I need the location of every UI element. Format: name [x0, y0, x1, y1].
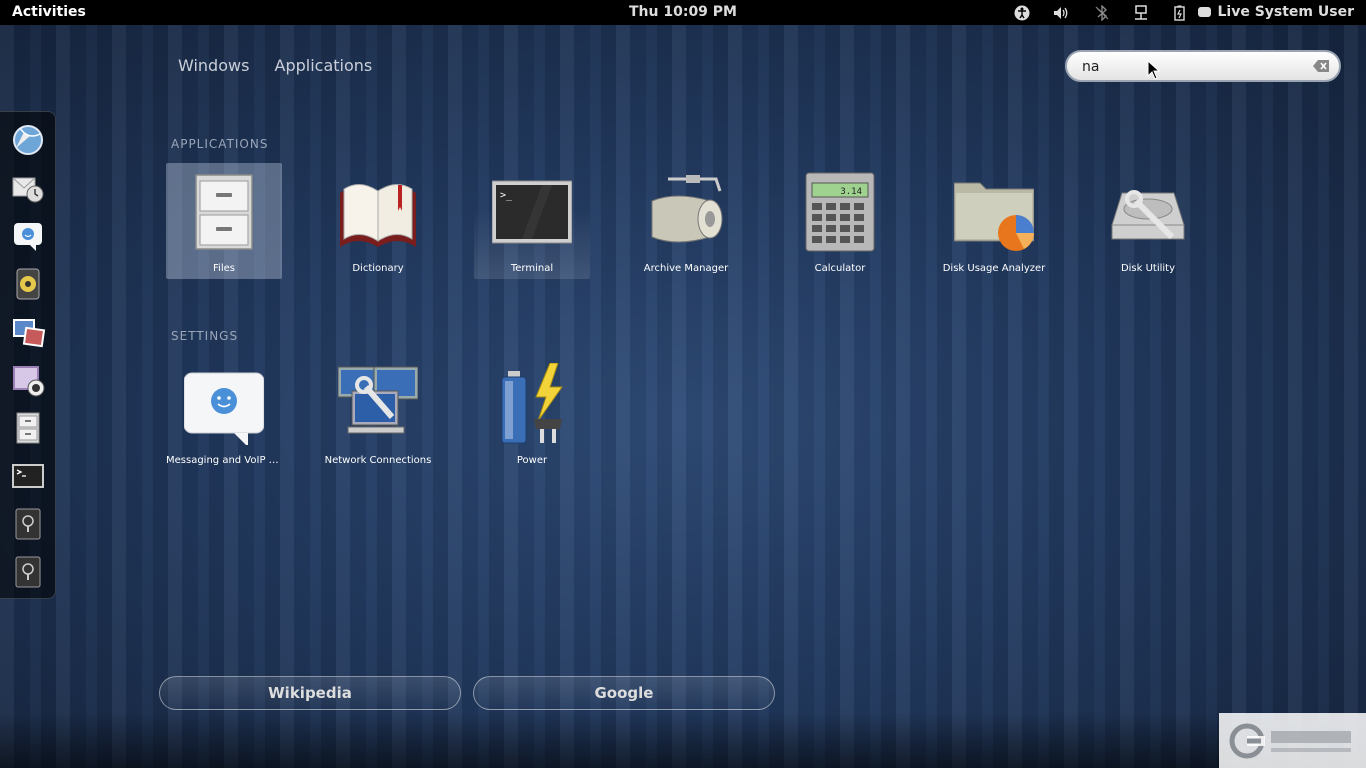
battery-icon[interactable]	[1172, 5, 1188, 21]
cheese-webcam-icon	[13, 366, 45, 397]
chat-status-icon	[1198, 7, 1212, 17]
tab-applications[interactable]: Applications	[275, 56, 373, 75]
app-tile-archive-manager[interactable]: Archive Manager	[628, 163, 744, 279]
app-tile-terminal[interactable]: >_ Terminal	[474, 163, 590, 279]
search-provider-google[interactable]: Google	[473, 676, 775, 710]
app-tile-disk-utility[interactable]: Disk Utility	[1090, 163, 1206, 279]
disk-drive-icon	[15, 508, 41, 540]
file-cabinet-icon	[195, 174, 253, 250]
app-tile-dictionary[interactable]: Dictionary	[320, 163, 436, 279]
accessibility-icon[interactable]	[1014, 5, 1030, 21]
app-tile-files[interactable]: Files	[166, 163, 282, 279]
bottom-shade	[0, 712, 1366, 768]
dash-item-rhythmbox[interactable]	[10, 266, 46, 302]
tab-windows[interactable]: Windows	[178, 56, 249, 75]
terminal-icon: >_	[491, 180, 573, 244]
overview-background: Activities Thu 10:09 PM Live System User	[0, 0, 1366, 768]
search-input[interactable]	[1080, 57, 1304, 77]
network-connections-icon	[337, 366, 419, 434]
user-menu[interactable]: Live System User	[1198, 0, 1354, 25]
archive-icon	[651, 175, 723, 243]
evolution-mail-icon	[12, 177, 44, 203]
bluetooth-icon[interactable]	[1094, 5, 1110, 21]
app-label: Disk Usage Analyzer	[942, 263, 1046, 274]
app-label: Terminal	[510, 263, 554, 274]
watermark-logo-icon	[1229, 723, 1351, 759]
search-provider-wikipedia[interactable]: Wikipedia	[159, 676, 461, 710]
settings-tile-power[interactable]: Power	[474, 355, 590, 471]
dash-item-web-browser[interactable]	[10, 122, 46, 158]
book-icon	[340, 184, 416, 247]
empathy-chat-icon	[14, 223, 42, 251]
section-title-applications: APPLICATIONS	[171, 137, 269, 151]
files-icon	[16, 412, 40, 444]
shotwell-photos-icon	[13, 319, 46, 348]
power-battery-icon	[501, 362, 563, 444]
dash-item-evolution[interactable]	[10, 170, 46, 206]
dash-item-terminal[interactable]	[10, 458, 46, 494]
watermark	[1219, 713, 1366, 768]
disk-utility-icon	[1111, 190, 1185, 240]
dash	[0, 111, 56, 599]
view-selector: Windows Applications	[178, 56, 392, 75]
settings-label: Messaging and VoIP A...	[166, 455, 282, 466]
dash-item-empathy[interactable]	[10, 218, 46, 254]
app-label: Files	[213, 263, 235, 274]
settings-label: Power	[516, 455, 548, 466]
user-name: Live System User	[1217, 4, 1354, 20]
dash-item-disk-1[interactable]	[10, 506, 46, 542]
dash-item-shotwell[interactable]	[10, 314, 46, 350]
settings-label: Network Connections	[324, 455, 432, 466]
rhythmbox-icon	[16, 268, 40, 300]
app-tile-disk-usage-analyzer[interactable]: Disk Usage Analyzer	[936, 163, 1052, 279]
dash-item-disk-2[interactable]	[10, 554, 46, 590]
settings-tile-messaging[interactable]: Messaging and VoIP A...	[166, 355, 282, 471]
folder-pie-icon	[953, 182, 1035, 251]
clock-label[interactable]: Thu 10:09 PM	[629, 4, 737, 20]
top-panel: Activities Thu 10:09 PM Live System User	[0, 0, 1366, 25]
app-label: Calculator	[814, 263, 866, 274]
network-icon[interactable]	[1133, 5, 1149, 21]
calculator-display: 3.14	[840, 187, 862, 197]
app-tile-calculator[interactable]: 3.14 Calculator	[782, 163, 898, 279]
app-label: Disk Utility	[1120, 263, 1176, 274]
search-entry[interactable]	[1065, 50, 1341, 82]
mouse-pointer-icon	[1147, 60, 1161, 80]
terminal-icon	[12, 464, 44, 488]
section-title-settings: SETTINGS	[171, 329, 239, 343]
terminal-prompt: >_	[500, 190, 513, 201]
clear-search-icon[interactable]	[1313, 60, 1329, 72]
dash-item-files[interactable]	[10, 410, 46, 446]
web-browser-icon	[13, 125, 43, 155]
app-label: Dictionary	[352, 263, 404, 274]
chat-bubble-icon	[183, 372, 265, 447]
volume-icon[interactable]	[1053, 5, 1069, 21]
settings-tile-network-connections[interactable]: Network Connections	[320, 355, 436, 471]
calculator-icon: 3.14	[805, 172, 875, 252]
app-label: Archive Manager	[643, 263, 729, 274]
activities-button[interactable]: Activities	[12, 0, 86, 25]
dash-item-cheese[interactable]	[10, 362, 46, 398]
disk-drive-icon	[15, 556, 41, 588]
clock: Thu 10:09 PM	[0, 0, 1366, 25]
